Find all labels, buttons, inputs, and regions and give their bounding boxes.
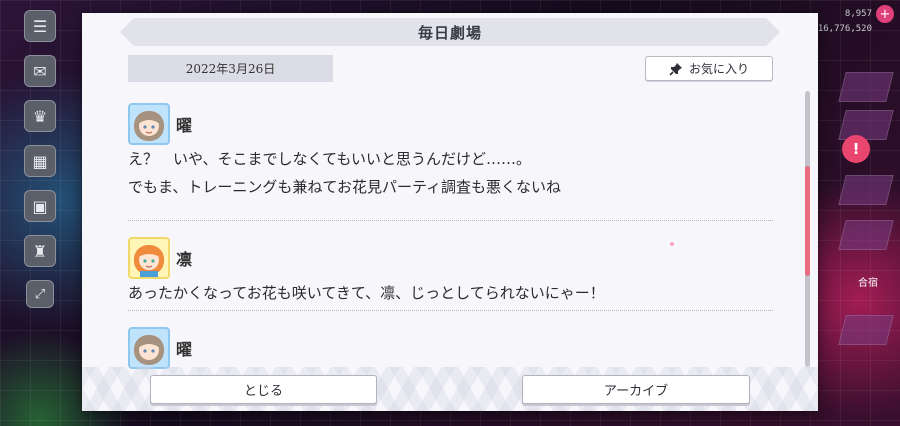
dialogue-entry: 凛 あったかくなってお花も咲いてきて、凛、じっとしてられないにゃー！: [128, 221, 773, 311]
speaker-name: 凛: [176, 250, 193, 269]
dialog-title: 毎日劇場: [417, 23, 482, 42]
you-avatar-icon: [128, 327, 170, 369]
menu-tile[interactable]: [838, 175, 894, 205]
trophy-icon[interactable]: ♜: [24, 235, 56, 267]
archive-button[interactable]: アーカイブ: [522, 375, 750, 404]
sparkle-decoration: [670, 242, 674, 246]
training-camp-label: 合宿: [858, 278, 878, 289]
image-icon[interactable]: ▣: [24, 190, 56, 222]
gift-icon[interactable]: ▦: [24, 145, 56, 177]
speaker-name: 曜: [176, 340, 193, 359]
currency-counter: 8,957: [844, 9, 872, 19]
dialogue-line: でもま、トレーニングも兼ねてお花見パーティ調査も悪くないね: [128, 178, 562, 196]
speaker-row: 曜: [128, 311, 773, 369]
right-side-menu: 8,957 16,776,520 + ! 合宿: [818, 0, 900, 426]
scroll-thumb[interactable]: [805, 166, 810, 276]
speaker-row: 曜: [128, 101, 773, 145]
you-avatar-icon: [128, 103, 170, 145]
chat-icon[interactable]: ✉: [24, 55, 56, 87]
favorite-button[interactable]: お気に入り: [645, 56, 773, 81]
favorite-label: お気に入り: [688, 62, 749, 76]
scrollbar[interactable]: [805, 91, 810, 367]
menu-tile[interactable]: [838, 72, 894, 102]
rin-avatar-icon: [128, 237, 170, 279]
menu-icon[interactable]: ☰: [24, 10, 56, 42]
menu-tile[interactable]: [838, 220, 894, 250]
dialogue-line: あったかくなってお花も咲いてきて、凛、じっとしてられないにゃー！: [128, 284, 605, 302]
menu-tile[interactable]: [838, 315, 894, 345]
dialogue-entry: 曜 え？ いや、そこまでしなくてもいいと思うんだけど……。 でもま、トレーニング…: [128, 101, 773, 221]
speaker-row: 凛: [128, 221, 773, 279]
theater-script[interactable]: 曜 え？ いや、そこまでしなくてもいいと思うんだけど……。 でもま、トレーニング…: [128, 101, 773, 369]
dialogue-line: え？ いや、そこまでしなくてもいいと思うんだけど……。: [128, 150, 532, 168]
add-currency-button[interactable]: +: [876, 5, 894, 23]
title-banner: 毎日劇場: [120, 18, 780, 46]
dialogue-entry: 曜: [128, 311, 773, 369]
pin-icon: [669, 62, 682, 76]
alert-badge: !: [842, 135, 870, 163]
close-button[interactable]: とじる: [150, 375, 377, 404]
daily-theater-dialog: 毎日劇場 2022年3月26日 お気に入り 曜 え？ いや、そこまでしなくてもい…: [82, 13, 818, 411]
coin-counter: 16,776,520: [817, 24, 872, 34]
date-label: 2022年3月26日: [128, 55, 333, 82]
present-icon[interactable]: ♛: [24, 100, 56, 132]
expand-icon[interactable]: ⤢: [26, 280, 54, 308]
menu-tile[interactable]: [838, 110, 894, 140]
left-side-menu: ☰ ✉ ♛ ▦ ▣ ♜ ⤢: [0, 0, 80, 426]
speaker-name: 曜: [176, 116, 193, 135]
